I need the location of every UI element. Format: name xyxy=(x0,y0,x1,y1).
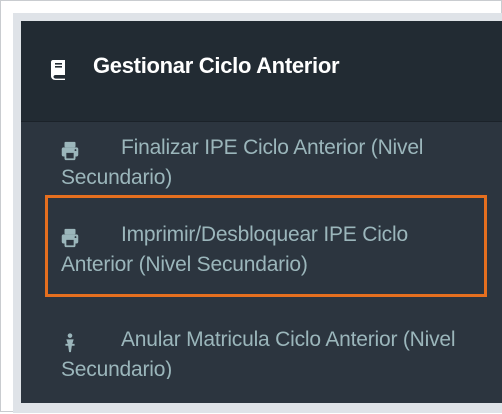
section-header[interactable]: Gestionar Ciclo Anterior xyxy=(21,21,502,122)
menu-item-finalizar-ipe[interactable]: Finalizar IPE Ciclo Anterior (Nivel Secu… xyxy=(21,122,502,222)
menu-bottom-space xyxy=(21,379,502,403)
menu-item-imprimir-desbloquear-ipe[interactable]: Imprimir/Desbloquear IPE Ciclo Anterior … xyxy=(21,209,502,309)
menu-item-label: Finalizar IPE Ciclo Anterior (Nivel Secu… xyxy=(61,136,424,189)
sidebar-panel: Gestionar Ciclo Anterior Finalizar IPE C… xyxy=(13,13,502,413)
book-icon xyxy=(49,58,69,80)
menu-item-label: Imprimir/Desbloquear IPE Ciclo Anterior … xyxy=(61,223,408,276)
section-title: Gestionar Ciclo Anterior xyxy=(93,53,340,78)
menu-item-label: Anular Matricula Ciclo Anterior (Nivel S… xyxy=(61,328,456,381)
screenshot-frame: Gestionar Ciclo Anterior Finalizar IPE C… xyxy=(0,0,502,413)
